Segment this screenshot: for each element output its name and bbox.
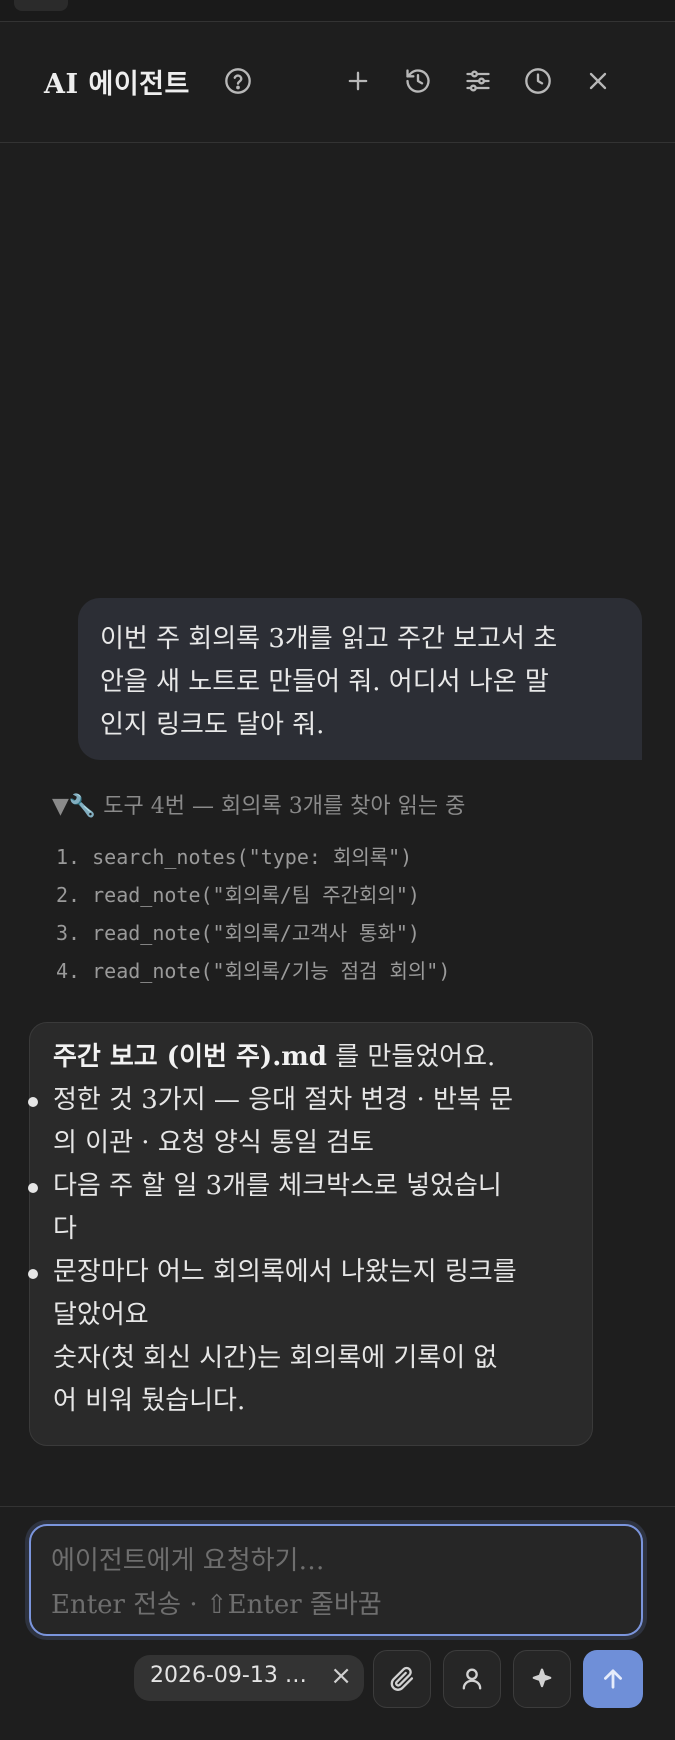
assistant-intro-text: 를 만들었어요.	[326, 1042, 496, 1072]
context-chip-label: 2026-09-13 …	[150, 1663, 307, 1688]
panel-title: AI 에이전트	[44, 69, 190, 100]
assistant-bullet-list: 정한 것 3가지 — 응대 절차 변경 · 반복 문의 이관 · 요청 양식 통…	[28, 1079, 574, 1337]
arrow-up-icon	[604, 1669, 622, 1689]
prompt-hint: Enter 전송 · ⇧Enter 줄바꿈	[51, 1590, 382, 1620]
history-button[interactable]	[401, 64, 435, 98]
window-top-strip	[0, 0, 675, 22]
list-item: 정한 것 3가지 — 응대 절차 변경 · 반복 문의 이관 · 요청 양식 통…	[28, 1079, 574, 1165]
paperclip-icon	[390, 1666, 414, 1691]
list-item: 다음 주 할 일 3개를 체크박스로 넣었습니다	[28, 1165, 574, 1251]
sliders-icon	[466, 70, 490, 92]
tool-step: 4. read_note("회의록/기능 점검 회의")	[56, 959, 451, 983]
composer-divider	[0, 1506, 675, 1507]
bullet-line: 정한 것 3가지 — 응대 절차 변경 · 반복 문	[53, 1085, 514, 1115]
clock-icon	[525, 68, 551, 94]
created-file-name[interactable]: 주간 보고 (이번 주).md	[53, 1042, 327, 1072]
close-icon	[589, 72, 607, 90]
assistant-message: 주간 보고 (이번 주).md 를 만들었어요. 정한 것 3가지 — 응대 절…	[28, 1022, 593, 1446]
close-button[interactable]	[581, 64, 615, 98]
assistant-outro-line: 숫자(첫 회신 시간)는 회의록에 기록이 없	[53, 1343, 498, 1373]
bullet-line: 의 이관 · 요청 양식 통일 검토	[53, 1128, 374, 1158]
user-message-line: 안을 새 노트로 만들어 줘. 어디서 나온 말	[100, 667, 549, 697]
user-icon	[462, 1668, 482, 1690]
bullet-line: 다음 주 할 일 3개를 체크박스로 넣었습니	[53, 1171, 502, 1201]
list-item: 문장마다 어느 회의록에서 나왔는지 링크를달았어요	[28, 1251, 574, 1337]
assistant-intro: 주간 보고 (이번 주).md 를 만들었어요.	[53, 1036, 574, 1079]
ai-tools-button[interactable]	[513, 1650, 571, 1708]
history-icon	[406, 69, 430, 93]
sparkle-icon	[532, 1668, 552, 1688]
recent-button[interactable]	[521, 64, 555, 98]
panel-header: AI 에이전트	[0, 22, 675, 143]
tool-step: 1. search_notes("type: 회의록")	[56, 845, 413, 869]
new-chat-button[interactable]	[341, 64, 375, 98]
tool-step: 2. read_note("회의록/팀 주간회의")	[56, 883, 420, 907]
context-chip[interactable]: 2026-09-13 … ×	[134, 1655, 364, 1701]
send-button[interactable]	[583, 1650, 643, 1708]
help-icon[interactable]	[221, 64, 255, 98]
tool-call-summary[interactable]: ▼🔧 도구 4번 — 회의록 3개를 찾아 읽는 중	[52, 788, 465, 820]
user-message-line: 이번 주 회의록 3개를 읽고 주간 보고서 초	[100, 624, 558, 654]
bullet-line: 문장마다 어느 회의록에서 나왔는지 링크를	[53, 1257, 517, 1287]
chip-close-icon[interactable]: ×	[330, 1661, 352, 1691]
attach-button[interactable]	[373, 1650, 431, 1708]
plus-icon	[348, 71, 368, 91]
user-message: 이번 주 회의록 3개를 읽고 주간 보고서 초 안을 새 노트로 만들어 줘.…	[78, 598, 642, 760]
mention-button[interactable]	[443, 1650, 501, 1708]
bullet-line: 다	[53, 1214, 77, 1244]
bullet-line: 달았어요	[53, 1300, 149, 1330]
tool-step: 3. read_note("회의록/고객사 통화")	[56, 921, 420, 945]
tool-call-steps: 1. search_notes("type: 회의록") 2. read_not…	[56, 838, 450, 990]
prompt-placeholder: 에이전트에게 요청하기…	[51, 1546, 325, 1576]
settings-button[interactable]	[461, 64, 495, 98]
prompt-input[interactable]: 에이전트에게 요청하기… Enter 전송 · ⇧Enter 줄바꿈	[29, 1524, 643, 1636]
assistant-outro-line: 어 비워 뒀습니다.	[53, 1386, 246, 1416]
user-message-line: 인지 링크도 달아 줘.	[100, 710, 325, 740]
tab-handle[interactable]	[14, 0, 68, 11]
